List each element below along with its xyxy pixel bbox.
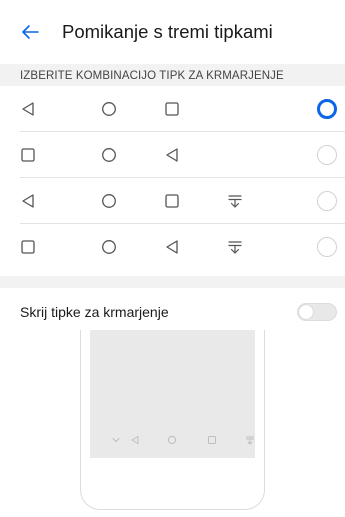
- section-header: IZBERITE KOMBINACIJO TIPK ZA KRMARJENJE: [0, 64, 345, 86]
- notification-pull-icon: [228, 195, 242, 208]
- home-icon: [102, 102, 116, 116]
- back-icon: [131, 436, 139, 444]
- home-icon: [167, 435, 177, 445]
- app-bar: Pomikanje s tremi tipkami: [0, 0, 345, 64]
- back-icon: [166, 148, 178, 162]
- back-icon: [22, 194, 34, 208]
- recents-icon: [165, 102, 179, 116]
- section-gap: [0, 276, 345, 288]
- home-icon: [102, 194, 116, 208]
- back-icon: [22, 102, 34, 116]
- preview-screen: [90, 330, 255, 458]
- hide-keys-label: Skrij tipke za krmarjenje: [20, 304, 169, 320]
- recents-icon: [21, 148, 35, 162]
- home-icon: [102, 240, 116, 254]
- combo-radio-3[interactable]: [317, 191, 337, 211]
- back-icon: [166, 240, 178, 254]
- combo-option-4[interactable]: [0, 224, 345, 270]
- recents-icon: [165, 194, 179, 208]
- section-label: IZBERITE KOMBINACIJO TIPK ZA KRMARJENJE: [20, 70, 284, 82]
- combo-radio-4[interactable]: [317, 237, 337, 257]
- recents-icon: [208, 436, 216, 444]
- hide-keys-row[interactable]: Skrij tipke za krmarjenje: [0, 288, 345, 334]
- combo-radio-2[interactable]: [317, 145, 337, 165]
- chevron-down-icon: [112, 438, 120, 442]
- hide-keys-toggle[interactable]: [297, 303, 337, 321]
- combo-option-2[interactable]: [0, 132, 345, 178]
- notification-pull-icon: [246, 436, 254, 445]
- combo-option-3[interactable]: [0, 178, 345, 224]
- recents-icon: [21, 240, 35, 254]
- toggle-knob: [299, 305, 313, 319]
- arrow-left-icon[interactable]: [20, 22, 40, 42]
- combo-option-1[interactable]: [0, 86, 345, 132]
- combo-radio-1[interactable]: [317, 99, 337, 119]
- notification-pull-icon: [228, 241, 242, 254]
- navigation-preview: [80, 330, 265, 510]
- home-icon: [102, 148, 116, 162]
- page-title: Pomikanje s tremi tipkami: [62, 21, 273, 42]
